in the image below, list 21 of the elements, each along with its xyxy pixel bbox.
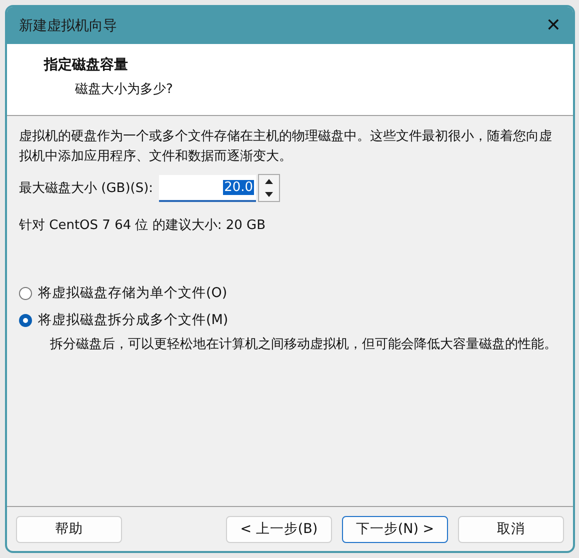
close-button[interactable]: ✕ <box>544 15 563 36</box>
disk-size-field[interactable]: 20.0 <box>159 174 256 202</box>
dialog-button[interactable]: 帮助 <box>16 516 122 542</box>
spin-up-button[interactable] <box>259 175 280 188</box>
header-title: 指定磁盘容量 <box>44 56 129 74</box>
recommendation-text: 针对 CentOS 7 64 位 的建议大小: 20 GB <box>19 217 267 234</box>
description-text: 虚拟机的硬盘作为一个或多个文件存储在主机的物理磁盘中。这些文件最初很小，随着您向虚拟机中添加应用程序、文件和数据而逐渐变大。 <box>19 128 553 166</box>
down-caret-icon <box>265 192 274 197</box>
option-label[interactable]: 将虚拟磁盘拆分成多个文件(M) <box>38 311 228 329</box>
option-note: 拆分磁盘后，可以更轻松地在计算机之间移动虚拟机，但可能会降低大容量磁盘的性能。 <box>50 336 558 354</box>
window-title: 新建虚拟机向导 <box>19 16 117 34</box>
disk-size-label: 最大磁盘大小 (GB)(S): <box>19 180 154 197</box>
header-subtitle: 磁盘大小为多少? <box>75 81 174 98</box>
option-label[interactable]: 将虚拟磁盘存储为单个文件(O) <box>38 284 228 302</box>
dialog-button[interactable]: 下一步(N) > <box>342 516 448 542</box>
spin-down-button[interactable] <box>259 188 280 201</box>
dialog-button[interactable]: 取消 <box>458 516 564 542</box>
radio-button[interactable] <box>19 314 32 326</box>
up-caret-icon <box>265 179 274 184</box>
radio-button[interactable] <box>19 286 32 300</box>
dialog-button[interactable]: < 上一步(B) <box>226 516 332 542</box>
